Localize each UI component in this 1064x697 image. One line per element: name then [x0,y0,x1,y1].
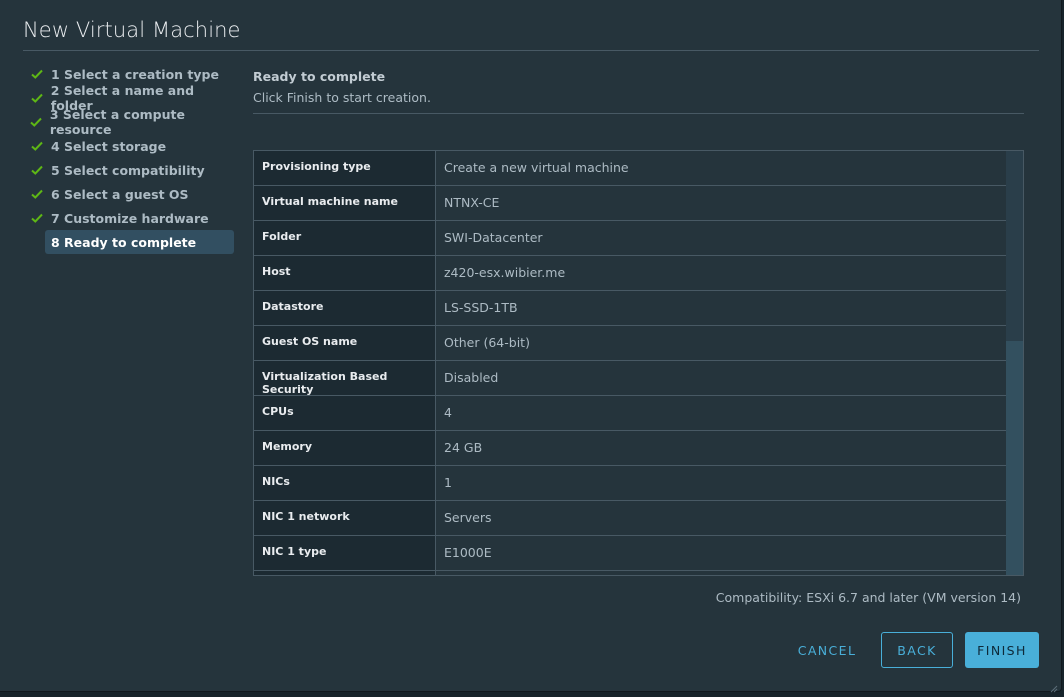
step-5[interactable]: 5 Select compatibility [28,158,238,182]
row-value: E1000E [444,545,492,560]
table-row-partial [254,571,1006,575]
row-value: z420-esx.wibier.me [444,265,566,280]
table-row: NIC 1 type E1000E [254,536,1006,571]
content-title: Ready to complete [253,69,386,84]
row-key: NIC 1 type [254,536,436,570]
row-value: Other (64-bit) [444,335,530,350]
row-key: Datastore [254,291,436,325]
row-value: Disabled [444,370,499,385]
table-row: Virtualization Based Security Disabled [254,361,1006,396]
row-key: Host [254,256,436,290]
row-key: Virtualization Based Security [254,361,436,396]
step-8-active[interactable]: 8 Ready to complete [45,230,234,254]
scrollbar[interactable] [1006,151,1023,575]
step-3[interactable]: 3 Select a compute resource [28,107,238,137]
table-row: Host z420-esx.wibier.me [254,256,1006,291]
scrollbar-thumb[interactable] [1006,341,1023,575]
row-key: Guest OS name [254,326,436,360]
row-value: 1 [444,475,452,490]
step-label: 3 Select a compute resource [49,107,185,137]
check-icon [28,90,46,106]
step-label: 1 Select a creation type [51,66,219,82]
content-header: Ready to complete Click Finish to start … [253,62,1024,114]
table-row: Virtual machine name NTNX-CE [254,186,1006,221]
table-row: Folder SWI-Datacenter [254,221,1006,256]
summary-table-body: Provisioning type Create a new virtual ma… [254,151,1006,575]
row-value: LS-SSD-1TB [444,300,518,315]
row-key [254,571,436,575]
row-key: CPUs [254,396,436,430]
dialog-title: New Virtual Machine [23,18,241,42]
step-label: 4 Select storage [51,138,167,154]
check-icon [28,210,46,226]
step-label: 7 Customize hardware [51,210,209,226]
step-label: 6 Select a guest OS [51,186,189,202]
table-row: Guest OS name Other (64-bit) [254,326,1006,361]
row-value: 24 GB [444,440,483,455]
step-label: 8 Ready to complete [51,234,197,250]
row-value [436,571,1006,575]
cancel-button[interactable]: CANCEL [786,632,868,668]
row-value: NTNX-CE [444,195,500,210]
row-key: NIC 1 network [254,501,436,535]
row-key: Memory [254,431,436,465]
row-key: Folder [254,221,436,255]
table-row: NICs 1 [254,466,1006,501]
step-label: 5 Select compatibility [51,162,205,178]
row-key: NICs [254,466,436,500]
table-row: Provisioning type Create a new virtual ma… [254,151,1006,186]
table-row: NIC 1 network Servers [254,501,1006,536]
check-icon [28,114,45,130]
check-icon [28,66,46,82]
content-subtitle: Click Finish to start creation. [253,90,431,105]
row-key: Provisioning type [254,151,436,185]
content-divider [253,113,1024,114]
compatibility-text: Compatibility: ESXi 6.7 and later (VM ve… [715,590,1021,605]
step-4[interactable]: 4 Select storage [28,134,238,158]
finish-button[interactable]: FINISH [965,632,1039,668]
row-value: 4 [444,405,452,420]
new-vm-dialog: New Virtual Machine 1 Select a creation … [0,0,1062,693]
check-icon [28,162,46,178]
check-icon [28,186,46,202]
step-7[interactable]: 7 Customize hardware [28,206,238,230]
back-button[interactable]: BACK [881,632,953,668]
wizard-steps: 1 Select a creation type 2 Select a name… [28,62,238,254]
table-row: Datastore LS-SSD-1TB [254,291,1006,326]
resize-handle-icon[interactable] [1048,678,1058,693]
title-divider [23,50,1039,51]
check-icon [28,138,46,154]
summary-table: Provisioning type Create a new virtual ma… [253,150,1024,576]
row-value: SWI-Datacenter [444,230,543,245]
row-value: Create a new virtual machine [444,160,629,175]
row-value: Servers [444,510,492,525]
step-6[interactable]: 6 Select a guest OS [28,182,238,206]
row-key: Virtual machine name [254,186,436,220]
table-row: Memory 24 GB [254,431,1006,466]
table-row: CPUs 4 [254,396,1006,431]
